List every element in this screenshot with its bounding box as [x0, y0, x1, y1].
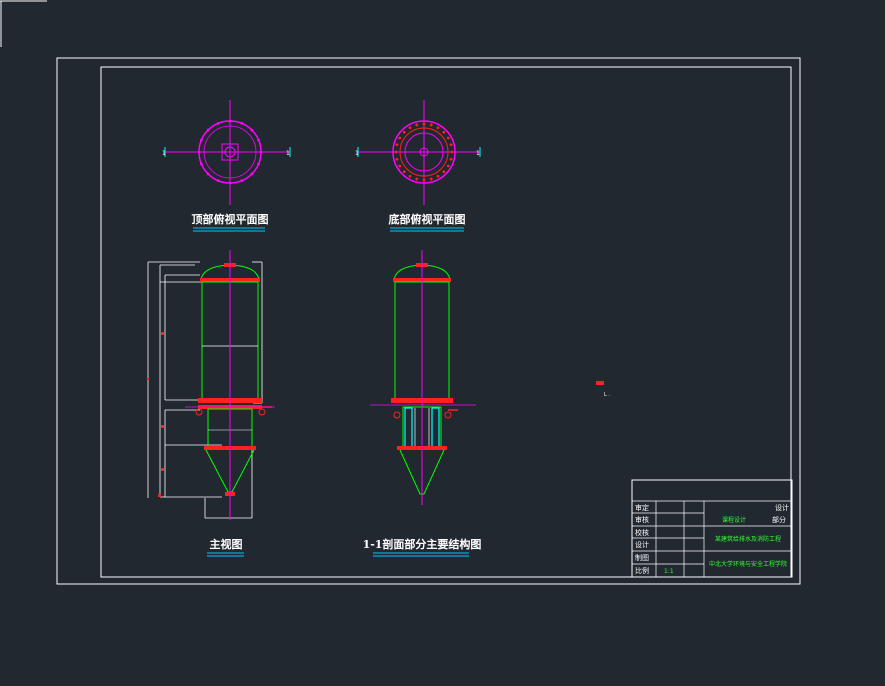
bolt-hole	[197, 150, 201, 154]
bolt-hole	[449, 157, 453, 161]
svg-text:1: 1	[286, 150, 290, 157]
bolt-hole	[422, 178, 426, 182]
bolt-hole	[250, 172, 254, 176]
main-view-title: 主视图	[210, 537, 243, 551]
bolt-hole	[429, 177, 433, 181]
bolt-hole	[415, 123, 419, 127]
bolt-hole	[449, 143, 453, 147]
bolt-hole	[446, 164, 450, 168]
svg-text:1: 1	[476, 150, 480, 157]
cartridge-wall-right	[431, 407, 440, 449]
main-elevation-view[interactable]	[147, 250, 275, 520]
bolt-hole	[257, 138, 261, 142]
bolt-hole	[206, 128, 210, 132]
cartridge-wall-left	[404, 407, 413, 449]
annotation: L .	[596, 381, 610, 398]
bolt-hole	[436, 174, 440, 178]
top-right-label: 设计	[775, 503, 789, 512]
outer-sheet-frame	[56, 57, 801, 585]
side-nozzle-right	[258, 408, 266, 416]
bottom-plan-title-underline	[390, 227, 464, 232]
design-label: 课程设计	[722, 516, 746, 524]
viewport-corner	[0, 0, 47, 47]
bolt-hole	[250, 128, 254, 132]
bolt-hole	[398, 136, 402, 140]
bolt-hole	[206, 172, 210, 176]
bolt-hole	[436, 126, 440, 130]
bolt-hole	[199, 138, 203, 142]
bolt-hole	[450, 150, 454, 154]
top-plan-view[interactable]: 1 1	[162, 100, 291, 205]
section-marker-left: 1	[162, 147, 166, 157]
bolt-hole	[216, 179, 220, 183]
part-label: 部分	[772, 515, 786, 524]
bolt-hole	[442, 170, 446, 174]
section-view[interactable]	[370, 250, 476, 505]
bolt-hole	[395, 143, 399, 147]
bolt-hole	[402, 170, 406, 174]
row-label-draw: 制图	[635, 553, 649, 562]
bolt-hole	[257, 162, 261, 166]
bolt-hole	[408, 174, 412, 178]
side-nozzle-left	[393, 411, 401, 419]
row-label-approve: 审定	[635, 503, 649, 512]
bolt-hole	[415, 177, 419, 181]
external-piping	[147, 261, 263, 519]
section-marker-right: 1	[286, 147, 291, 157]
bolt-hole	[240, 121, 244, 125]
section-view-title: 1-1剖面部分主要结构图	[363, 537, 482, 551]
bolt-hole	[228, 181, 232, 185]
scale-value: 1:1	[664, 568, 674, 575]
side-nozzle-right	[444, 411, 452, 419]
main-view-title-underline	[207, 552, 244, 557]
bottom-plan-view[interactable]: 1 1	[355, 100, 481, 205]
bolt-hole	[408, 126, 412, 130]
section-marker-left: 1	[355, 147, 359, 157]
bolt-hole	[199, 162, 203, 166]
bolt-hole	[240, 179, 244, 183]
bolt-hole	[394, 150, 398, 154]
bolt-hole	[259, 150, 263, 154]
svg-text:L .: L .	[604, 392, 610, 398]
cad-drawing-canvas[interactable]: 1 1 顶部俯视平面图 1 1 底部俯视平面图 主视图 1-1剖面部分主要结构图…	[0, 0, 885, 686]
section-marker-right: 1	[476, 147, 481, 157]
project-title: 某建筑给排水及消防工程	[715, 535, 781, 543]
top-plan-title-underline	[193, 227, 265, 232]
bolt-hole	[446, 136, 450, 140]
bolt-hole	[398, 164, 402, 168]
row-label-scale: 比例	[635, 566, 649, 575]
pipe-end-marks	[147, 332, 164, 497]
title-block[interactable]: 审定 审核 校核 设计 制图 比例 1:1 设计 课程设计 部分 某建筑给排水及…	[631, 479, 793, 578]
top-plan-title: 顶部俯视平面图	[192, 212, 269, 226]
bolt-hole	[216, 121, 220, 125]
bolt-hole	[402, 130, 406, 134]
section-view-title-underline	[373, 552, 469, 557]
svg-text:1: 1	[355, 150, 359, 157]
row-label-review: 审核	[635, 515, 649, 524]
school-name: 中北大学环境与安全工程学院	[709, 560, 787, 568]
bolt-hole	[395, 157, 399, 161]
row-label-check: 校核	[635, 528, 649, 537]
bolt-hole	[228, 119, 232, 123]
svg-text:1: 1	[162, 150, 166, 157]
row-label-design: 设计	[635, 540, 649, 549]
bolt-hole	[422, 122, 426, 126]
bolt-hole	[442, 130, 446, 134]
bolt-hole	[429, 123, 433, 127]
bottom-plan-title: 底部俯视平面图	[389, 212, 466, 226]
